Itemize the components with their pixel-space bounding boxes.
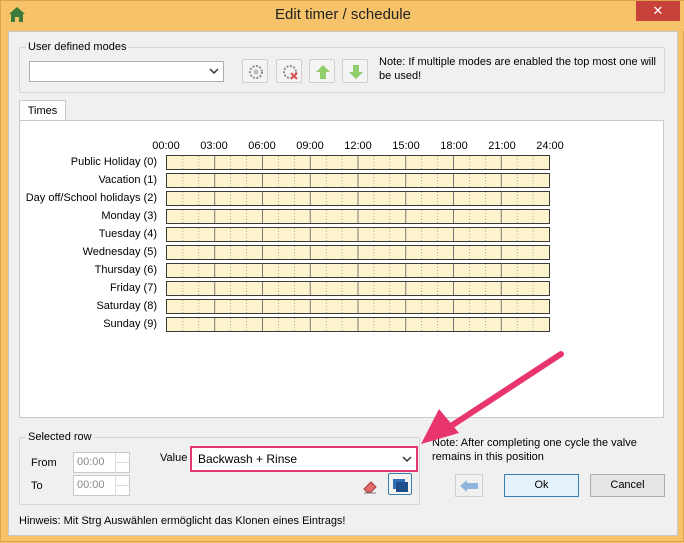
edit-timer-window: Edit timer / schedule ✕ User defined mod…	[0, 0, 684, 542]
day-label: Sunday (9)	[103, 318, 157, 330]
time-axis-label: 06:00	[248, 140, 276, 152]
ok-button[interactable]: Ok	[504, 474, 579, 497]
to-spin-up-button[interactable]	[115, 476, 129, 486]
day-label: Public Holiday (0)	[70, 156, 157, 168]
day-label: Saturday (8)	[96, 300, 157, 312]
day-timeline-bar[interactable]	[166, 299, 550, 314]
day-label: Wednesday (5)	[82, 246, 157, 258]
remove-mode-icon	[283, 65, 298, 80]
day-timeline-bar[interactable]	[166, 227, 550, 242]
apply-button[interactable]	[388, 473, 412, 495]
chevron-down-icon	[209, 68, 219, 75]
move-up-icon	[316, 65, 330, 79]
day-timeline-bar[interactable]	[166, 191, 550, 206]
close-button[interactable]: ✕	[636, 1, 680, 21]
time-axis-label: 24:00	[536, 140, 564, 152]
back-button[interactable]	[455, 474, 483, 497]
day-timeline-bar[interactable]	[166, 209, 550, 224]
to-label: To	[31, 480, 43, 492]
value-select-value: Backwash + Rinse	[198, 452, 298, 466]
time-axis-label: 09:00	[296, 140, 324, 152]
dialog-body: User defined modes Note: If multiple mod…	[8, 31, 678, 536]
remove-mode-button[interactable]	[276, 59, 302, 83]
user-modes-label: User defined modes	[26, 41, 129, 53]
day-label: Vacation (1)	[98, 174, 158, 186]
clear-button[interactable]	[358, 474, 381, 496]
day-label: Monday (3)	[101, 210, 157, 222]
from-spin-up-button[interactable]	[115, 453, 129, 463]
cancel-button[interactable]: Cancel	[590, 474, 665, 497]
apply-icon	[393, 479, 408, 492]
chevron-down-icon	[402, 456, 412, 463]
value-select[interactable]: Backwash + Rinse	[190, 446, 418, 472]
from-time-value: 00:00	[77, 456, 105, 468]
value-label: Value	[160, 452, 188, 464]
user-modes-select[interactable]	[29, 61, 224, 82]
day-timeline-bar[interactable]	[166, 155, 550, 170]
day-timeline-bar[interactable]	[166, 245, 550, 260]
window-title: Edit timer / schedule	[275, 6, 411, 23]
day-label: Friday (7)	[109, 282, 157, 294]
time-axis-label: 00:00	[152, 140, 180, 152]
to-time-input[interactable]: 00:00	[73, 475, 130, 496]
add-mode-button[interactable]	[242, 59, 268, 83]
move-down-icon	[349, 65, 363, 79]
modes-note: Note: If multiple modes are enabled the …	[379, 56, 656, 82]
from-label: From	[31, 457, 57, 469]
day-label: Day off/School holidays (2)	[25, 192, 157, 204]
times-panel: 00:00 03:00 06:00 09:00 12:00 15:00 18:00 21:00…	[19, 120, 664, 418]
time-axis-label: 12:00	[344, 140, 372, 152]
cloning-hint: Hinweis: Mit Strg Auswählen ermöglicht d…	[19, 515, 346, 527]
day-label: Thursday (6)	[94, 264, 157, 276]
tab-times[interactable]: Times	[19, 100, 66, 121]
to-spin-down-button[interactable]	[115, 486, 129, 496]
to-time-value: 00:00	[77, 479, 105, 491]
time-axis-label: 03:00	[200, 140, 228, 152]
valve-note: Note: After completing one cycle the val…	[432, 437, 637, 463]
from-time-input[interactable]: 00:00	[73, 452, 130, 473]
day-timeline-bar[interactable]	[166, 317, 550, 332]
time-axis-label: 18:00	[440, 140, 468, 152]
add-mode-icon	[249, 65, 263, 79]
day-label: Tuesday (4)	[98, 228, 157, 240]
arrow-left-icon	[460, 480, 478, 492]
selected-row-label: Selected row	[26, 431, 94, 443]
title-bar[interactable]: Edit timer / schedule ✕	[1, 1, 684, 31]
move-down-button[interactable]	[342, 59, 368, 83]
move-up-button[interactable]	[309, 59, 335, 83]
time-axis-label: 15:00	[392, 140, 420, 152]
eraser-icon	[363, 481, 377, 494]
time-axis-label: 21:00	[488, 140, 516, 152]
from-spin-down-button[interactable]	[115, 463, 129, 473]
day-timeline-bar[interactable]	[166, 263, 550, 278]
day-timeline-bar[interactable]	[166, 173, 550, 188]
day-timeline-bar[interactable]	[166, 281, 550, 296]
